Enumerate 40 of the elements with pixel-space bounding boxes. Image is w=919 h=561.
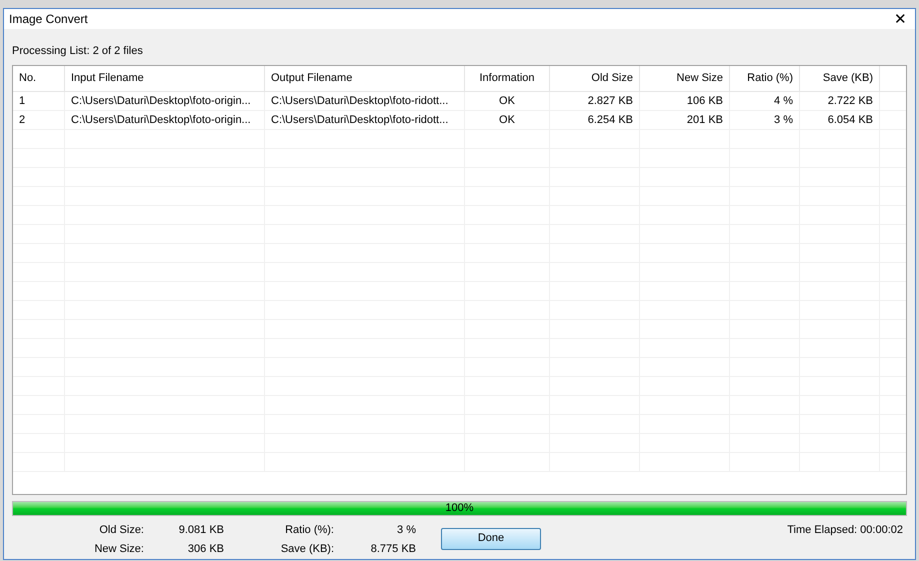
time-elapsed: Time Elapsed: 00:00:02 bbox=[787, 522, 903, 538]
summary-value: 9.081 KB bbox=[178, 522, 224, 538]
column-header[interactable]: No. bbox=[13, 66, 65, 90]
table-cell: C:\Users\Daturi\Desktop\foto-ridott... bbox=[265, 92, 465, 110]
summary-label: Ratio (%): bbox=[284, 522, 334, 538]
close-button[interactable]: ✕ bbox=[894, 12, 907, 26]
summary-label: Old Size: bbox=[98, 522, 144, 538]
column-header[interactable]: Save (KB) bbox=[800, 66, 880, 90]
table-cell: 6.054 KB bbox=[800, 110, 880, 128]
table-cell: 2.722 KB bbox=[800, 92, 880, 110]
done-button[interactable]: Done bbox=[441, 528, 541, 550]
table-cell: 6.254 KB bbox=[550, 110, 640, 128]
summary-value: 8.775 KB bbox=[370, 542, 416, 557]
table-cell: 4 % bbox=[730, 92, 800, 110]
table-cell: 201 KB bbox=[640, 110, 730, 128]
column-header[interactable]: Input Filename bbox=[65, 66, 265, 90]
window-title: Image Convert bbox=[9, 11, 88, 28]
table-cell: 2 bbox=[13, 110, 65, 128]
summary-value: 3 % bbox=[396, 522, 416, 538]
column-header[interactable]: Information bbox=[465, 66, 550, 90]
summary-label: Save (KB): bbox=[280, 542, 334, 557]
table-cell: 2.827 KB bbox=[550, 92, 640, 110]
column-header[interactable]: New Size bbox=[640, 66, 730, 90]
processing-label: Processing List: 2 of 2 files bbox=[12, 44, 144, 59]
summary-value: 306 KB bbox=[186, 542, 224, 557]
column-header[interactable]: Output Filename bbox=[265, 66, 465, 90]
summary-label: New Size: bbox=[93, 542, 144, 557]
table-row[interactable]: 1 C:\Users\Daturi\Desktop\foto-origin... C:\Users\Daturi\Desktop\foto-ridott... OK 2.827 KB 106 KB 4 % 2.722 KB bbox=[13, 92, 906, 110]
column-header[interactable]: Old Size bbox=[550, 66, 640, 90]
table-cell: C:\Users\Daturi\Desktop\foto-origin... bbox=[65, 110, 265, 128]
table-cell: C:\Users\Daturi\Desktop\foto-origin... bbox=[65, 92, 265, 110]
table-cell: 1 bbox=[13, 92, 65, 110]
table-cell: 106 KB bbox=[640, 92, 730, 110]
column-header[interactable]: Ratio (%) bbox=[730, 66, 800, 90]
table-cell: OK bbox=[465, 92, 550, 110]
table-cell: C:\Users\Daturi\Desktop\foto-ridott... bbox=[265, 110, 465, 128]
table-cell: OK bbox=[465, 110, 550, 128]
table-row[interactable]: 2 C:\Users\Daturi\Desktop\foto-origin... C:\Users\Daturi\Desktop\foto-ridott... OK 6.254 KB 201 KB 3 % 6.054 KB bbox=[13, 110, 906, 130]
table-cell: 3 % bbox=[730, 110, 800, 128]
progress-label: 100% bbox=[444, 502, 475, 514]
